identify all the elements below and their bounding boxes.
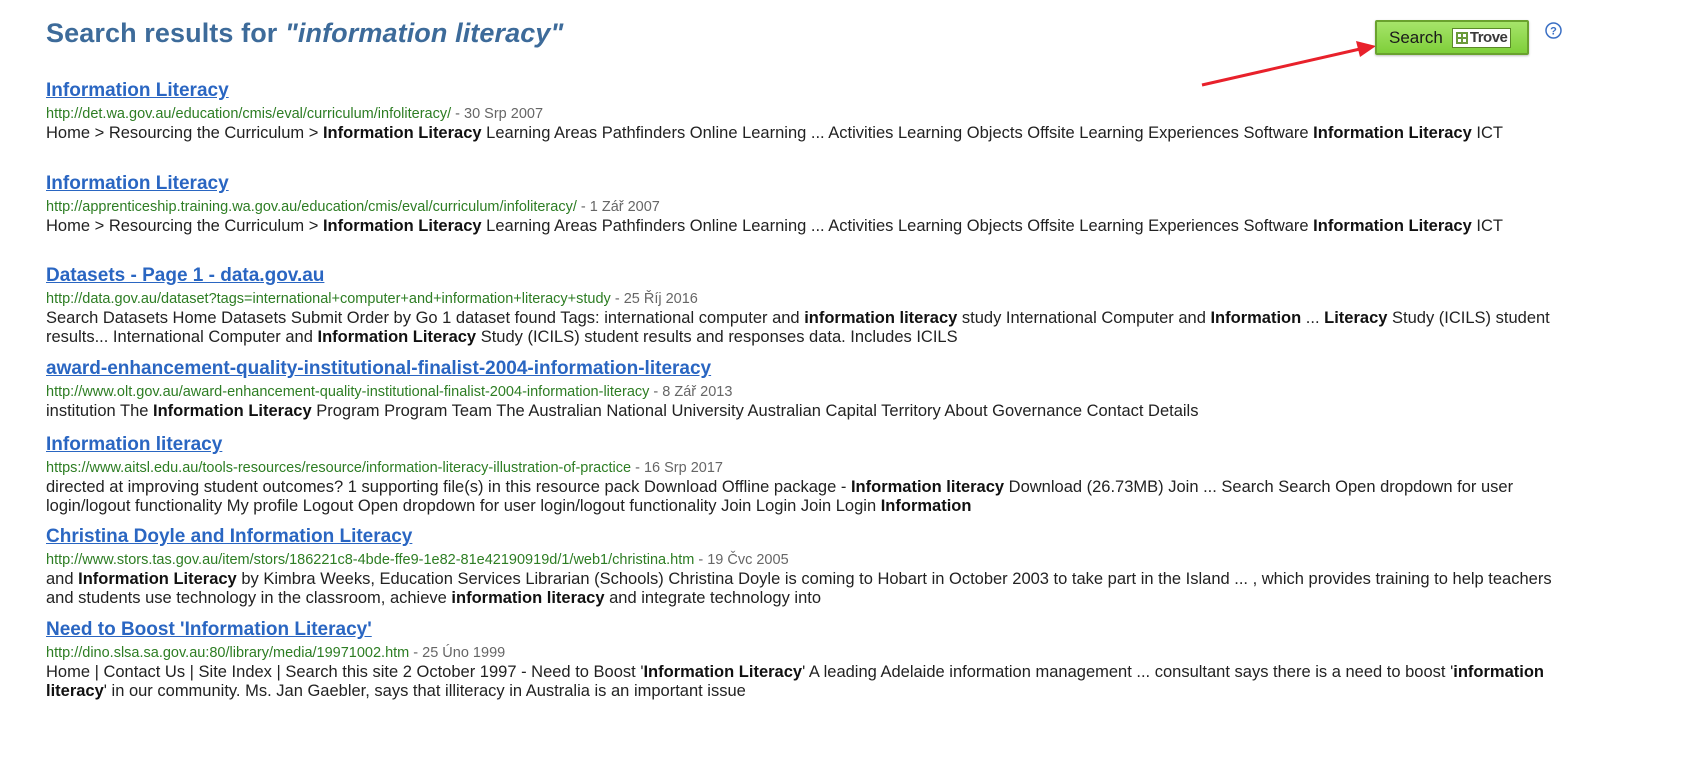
result-title-link[interactable]: Christina Doyle and Information Literacy [46, 526, 412, 548]
result-snippet: and Information Literacy by Kimbra Weeks… [46, 570, 1566, 608]
search-query: "information literacy" [285, 18, 564, 48]
snippet-highlight: Information Literacy [322, 217, 482, 235]
result-url: http://www.olt.gov.au/award-enhancement-… [46, 384, 650, 400]
result-date: - 30 Srp 2007 [451, 106, 544, 122]
result-snippet: Search Datasets Home Datasets Submit Ord… [46, 309, 1566, 347]
result-url: http://apprenticeship.training.wa.gov.au… [46, 199, 577, 215]
page-title: Search results for "information literacy… [46, 18, 563, 49]
result-title-link[interactable]: Information Literacy [46, 80, 229, 102]
snippet-highlight: Information [1210, 309, 1302, 327]
result-snippet: directed at improving student outcomes? … [46, 478, 1566, 516]
result-url: https://www.aitsl.edu.au/tools-resources… [46, 460, 632, 476]
result-item: Information Literacy http://det.wa.gov.au… [46, 80, 1566, 143]
result-url-line: http://det.wa.gov.au/education/cmis/eval… [46, 105, 1566, 123]
snippet-text: and [46, 570, 79, 588]
result-url: http://www.stors.tas.gov.au/item/stors/1… [46, 552, 695, 568]
result-url-line: https://www.aitsl.edu.au/tools-resources… [46, 459, 1566, 477]
snippet-text: study International Computer and [957, 309, 1211, 327]
result-item: Need to Boost 'Information Literacy' http… [46, 619, 1566, 701]
snippet-text: ... [1301, 309, 1325, 327]
snippet-highlight: information literacy [804, 309, 958, 327]
result-url-line: http://data.gov.au/dataset?tags=internat… [46, 290, 1566, 308]
result-url-line: http://dino.slsa.sa.gov.au:80/library/me… [46, 644, 1566, 662]
snippet-highlight: Information Literacy [153, 402, 312, 420]
snippet-text: Study (ICILS) student results and respon… [476, 328, 958, 346]
result-date: - 8 Zář 2013 [649, 384, 733, 400]
trove-grid-icon [1455, 31, 1468, 44]
results-header: Search results for "information literacy… [46, 18, 563, 49]
result-url: http://data.gov.au/dataset?tags=internat… [46, 291, 611, 307]
result-item: award-enhancement-quality-institutional-… [46, 358, 1566, 421]
question-circle-icon[interactable]: ? [1545, 22, 1562, 39]
result-title-link[interactable]: Need to Boost 'Information Literacy' [46, 619, 372, 641]
result-snippet: institution The Information Literacy Pro… [46, 402, 1566, 421]
snippet-text: directed at improving student outcomes? … [46, 478, 851, 496]
snippet-highlight: Literacy [1324, 309, 1388, 327]
search-trove-button[interactable]: Search Trove [1375, 20, 1529, 55]
snippet-highlight: Information Literacy [78, 570, 237, 588]
result-url: http://det.wa.gov.au/education/cmis/eval… [46, 106, 452, 122]
result-title-link[interactable]: Datasets - Page 1 - data.gov.au [46, 265, 324, 287]
snippet-text: ' in our community. Ms. Jan Gaebler, say… [103, 682, 746, 700]
snippet-highlight: Information Literacy [643, 663, 803, 681]
title-prefix: Search results for [46, 18, 285, 48]
result-date: - 1 Zář 2007 [576, 199, 660, 215]
result-item: Christina Doyle and Information Literacy… [46, 526, 1566, 608]
snippet-highlight: Information literacy [850, 478, 1005, 496]
snippet-text: ICT [1471, 124, 1503, 142]
snippet-text: ICT [1471, 217, 1503, 235]
result-date: - 25 Říj 2016 [610, 291, 698, 307]
snippet-text: Home | Contact Us | Site Index | Search … [46, 663, 644, 681]
snippet-text: Learning Areas Pathfinders Online Learni… [481, 217, 1314, 235]
result-date: - 16 Srp 2017 [631, 460, 723, 476]
snippet-text: Home > Resourcing the Curriculum > [46, 217, 323, 235]
trove-logo-text: Trove [1469, 29, 1508, 46]
search-button-label: Search [1389, 27, 1443, 47]
snippet-text: Search Datasets Home Datasets Submit Ord… [46, 309, 805, 327]
snippet-highlight: Information Literacy [322, 124, 482, 142]
result-url-line: http://www.olt.gov.au/award-enhancement-… [46, 383, 1566, 401]
trove-logo: Trove [1451, 27, 1512, 48]
result-url-line: http://apprenticeship.training.wa.gov.au… [46, 198, 1566, 216]
result-title-link[interactable]: award-enhancement-quality-institutional-… [46, 358, 711, 380]
svg-text:?: ? [1550, 26, 1557, 38]
snippet-highlight: Information [880, 497, 972, 515]
result-item: Information Literacy http://apprenticeshi… [46, 173, 1566, 236]
result-snippet: Home > Resourcing the Curriculum > Infor… [46, 124, 1566, 143]
snippet-text: Home > Resourcing the Curriculum > [46, 124, 323, 142]
result-url-line: http://www.stors.tas.gov.au/item/stors/1… [46, 551, 1566, 569]
result-url: http://dino.slsa.sa.gov.au:80/library/me… [46, 645, 410, 661]
result-date: - 25 Úno 1999 [409, 645, 506, 661]
result-title-link[interactable]: Information Literacy [46, 173, 229, 195]
snippet-text: Program Program Team The Australian Nati… [311, 402, 1199, 420]
result-title-link[interactable]: Information literacy [46, 434, 222, 456]
snippet-highlight: information literacy [451, 589, 605, 607]
snippet-highlight: Information Literacy [317, 328, 477, 346]
snippet-highlight: Information Literacy [1313, 124, 1472, 142]
result-snippet: Home | Contact Us | Site Index | Search … [46, 663, 1566, 701]
result-snippet: Home > Resourcing the Curriculum > Infor… [46, 217, 1566, 236]
result-date: - 19 Čvc 2005 [694, 552, 789, 568]
snippet-text: ' A leading Adelaide information managem… [802, 663, 1454, 681]
snippet-text: and integrate technology into [604, 589, 822, 607]
result-item: Information literacy https://www.aitsl.ed… [46, 434, 1566, 516]
snippet-text: institution The [46, 402, 154, 420]
snippet-highlight: Information Literacy [1313, 217, 1472, 235]
result-item: Datasets - Page 1 - data.gov.au http://da… [46, 265, 1566, 347]
snippet-text: Learning Areas Pathfinders Online Learni… [481, 124, 1314, 142]
